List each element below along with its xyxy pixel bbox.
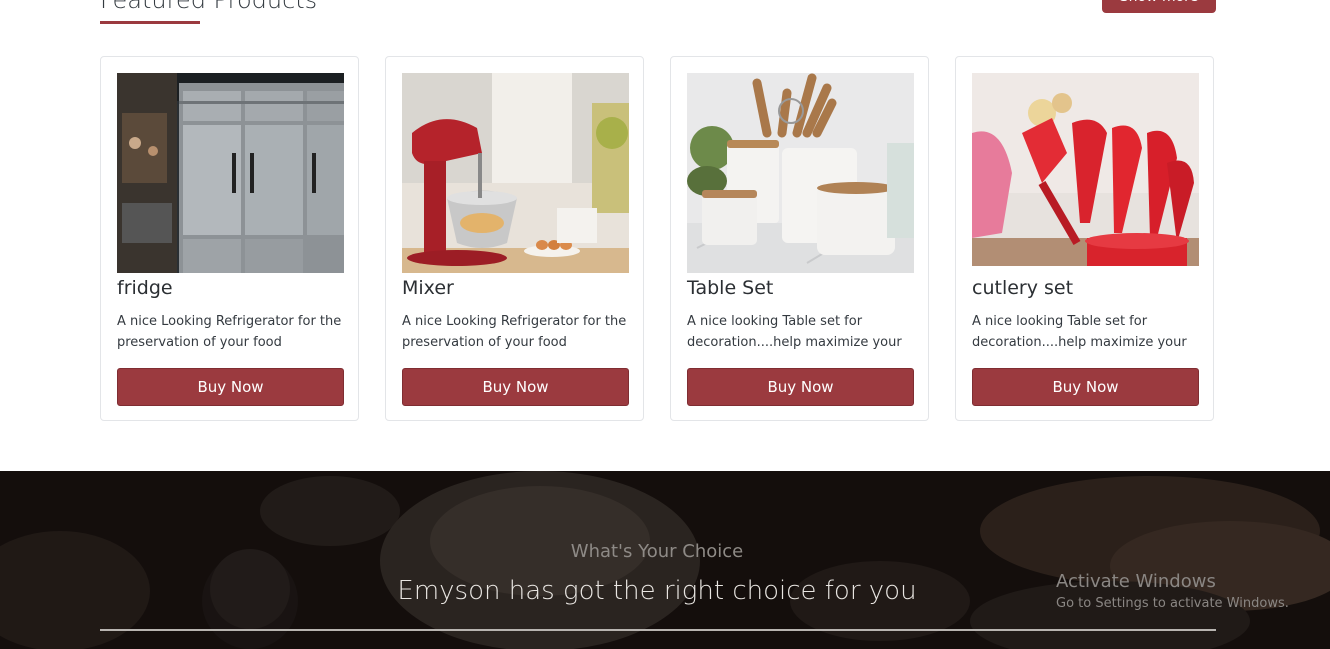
title-underline xyxy=(100,21,200,24)
page: Featured Products Show more xyxy=(0,0,1330,649)
banner-tagline: What's Your Choice xyxy=(570,541,744,562)
product-card-table-set: Table Set A nice looking Table set for d… xyxy=(670,56,929,421)
buy-now-button[interactable]: Buy Now xyxy=(117,368,344,406)
product-name: cutlery set xyxy=(972,277,1074,299)
product-description: A nice Looking Refrigerator for the pres… xyxy=(402,314,627,350)
buy-now-button[interactable]: Buy Now xyxy=(687,368,914,406)
buy-now-button[interactable]: Buy Now xyxy=(402,368,629,406)
product-card-cutlery-set: cutlery set A nice looking Table set for… xyxy=(955,56,1214,421)
product-image-fridge[interactable] xyxy=(117,73,344,273)
section-title: Featured Products xyxy=(100,0,318,14)
product-image-mixer[interactable] xyxy=(402,73,629,273)
show-more-button[interactable]: Show more xyxy=(1102,0,1216,13)
product-description: A nice looking Table set for decoration.… xyxy=(687,314,902,350)
choice-banner: What's Your Choice Emyson has got the ri… xyxy=(0,471,1330,649)
product-image-table-set[interactable] xyxy=(687,73,914,273)
product-name: fridge xyxy=(117,277,173,299)
product-name: Table Set xyxy=(687,277,774,299)
activate-windows-subtitle: Go to Settings to activate Windows. xyxy=(1056,596,1289,611)
product-description: A nice looking Table set for decoration.… xyxy=(972,314,1187,350)
product-card-fridge: fridge A nice Looking Refrigerator for t… xyxy=(100,56,359,421)
activate-windows-title: Activate Windows xyxy=(1056,571,1216,592)
banner-divider xyxy=(100,629,1216,631)
product-name: Mixer xyxy=(402,277,454,299)
product-description: A nice Looking Refrigerator for the pres… xyxy=(117,314,342,350)
product-image-cutlery-set[interactable] xyxy=(972,73,1199,266)
buy-now-button[interactable]: Buy Now xyxy=(972,368,1199,406)
product-card-mixer: Mixer A nice Looking Refrigerator for th… xyxy=(385,56,644,421)
